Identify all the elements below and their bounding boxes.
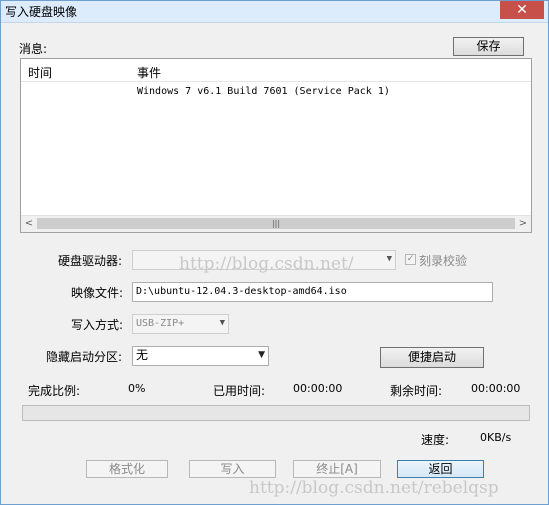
write-method-label: 写入方式: xyxy=(71,318,124,332)
quick-boot-button[interactable]: 便捷启动 xyxy=(380,347,484,368)
stop-button[interactable]: 终止[A] xyxy=(293,460,381,478)
remaining-value: 00:00:00 xyxy=(471,382,521,395)
window-title: 写入硬盘映像 xyxy=(5,5,78,19)
write-disk-image-window: 写入硬盘映像 ✕ 消息: 保存 时间 事件 Windows 7 v6.1 Bui… xyxy=(0,0,549,505)
check-icon: ✓ xyxy=(406,254,415,264)
scroll-grip-icon: ||| xyxy=(271,219,281,228)
scroll-left-icon[interactable]: < xyxy=(22,217,36,231)
close-button[interactable]: ✕ xyxy=(500,1,544,19)
hidden-partition-label: 隐藏启动分区: xyxy=(46,350,123,364)
image-file-value: D:\ubuntu-12.04.3-desktop-amd64.iso xyxy=(136,286,347,297)
hidden-partition-value: 无 xyxy=(136,348,149,362)
watermark-center: http://blog.csdn.net/ xyxy=(179,254,354,274)
column-header-event[interactable]: 事件 xyxy=(137,64,161,81)
disk-drive-label: 硬盘驱动器: xyxy=(58,254,123,268)
hidden-partition-select[interactable]: 无 ▼ xyxy=(132,346,269,366)
scroll-thumb[interactable]: ||| xyxy=(37,218,515,229)
write-method-value: USB-ZIP+ xyxy=(136,318,185,329)
messages-label: 消息: xyxy=(19,42,48,56)
percent-value: 0% xyxy=(128,382,146,395)
column-header-time[interactable]: 时间 xyxy=(28,64,52,81)
list-header: 时间 事件 xyxy=(21,59,531,82)
chevron-down-icon: ▼ xyxy=(219,318,225,328)
horizontal-scrollbar[interactable]: < ||| > xyxy=(21,215,531,232)
close-icon: ✕ xyxy=(516,2,528,18)
chevron-down-icon: ▼ xyxy=(258,350,265,360)
elapsed-value: 00:00:00 xyxy=(293,382,343,395)
save-button[interactable]: 保存 xyxy=(453,37,524,56)
write-method-select[interactable]: USB-ZIP+ ▼ xyxy=(132,314,229,334)
remaining-label: 剩余时间: xyxy=(390,384,443,398)
chevron-down-icon: ▼ xyxy=(386,254,392,264)
back-button[interactable]: 返回 xyxy=(397,460,484,478)
verify-label: 刻录校验 xyxy=(419,254,468,268)
list-item[interactable]: Windows 7 v6.1 Build 7601 (Service Pack … xyxy=(21,84,531,102)
speed-label: 速度: xyxy=(421,433,450,447)
title-bar: 写入硬盘映像 ✕ xyxy=(1,1,548,23)
image-file-field[interactable]: D:\ubuntu-12.04.3-desktop-amd64.iso xyxy=(132,282,493,302)
list-item-event: Windows 7 v6.1 Build 7601 (Service Pack … xyxy=(137,86,390,97)
write-button[interactable]: 写入 xyxy=(189,460,276,478)
message-list[interactable]: 时间 事件 Windows 7 v6.1 Build 7601 (Service… xyxy=(20,58,532,233)
percent-label: 完成比例: xyxy=(28,384,81,398)
verify-checkbox[interactable]: ✓ xyxy=(405,254,416,265)
watermark-bottom: http://blog.csdn.net/rebelqsp xyxy=(249,478,499,498)
elapsed-label: 已用时间: xyxy=(213,384,266,398)
speed-value: 0KB/s xyxy=(480,431,512,444)
scroll-right-icon[interactable]: > xyxy=(516,217,530,231)
progress-bar xyxy=(22,405,530,421)
image-file-label: 映像文件: xyxy=(71,286,124,300)
format-button[interactable]: 格式化 xyxy=(86,460,168,478)
